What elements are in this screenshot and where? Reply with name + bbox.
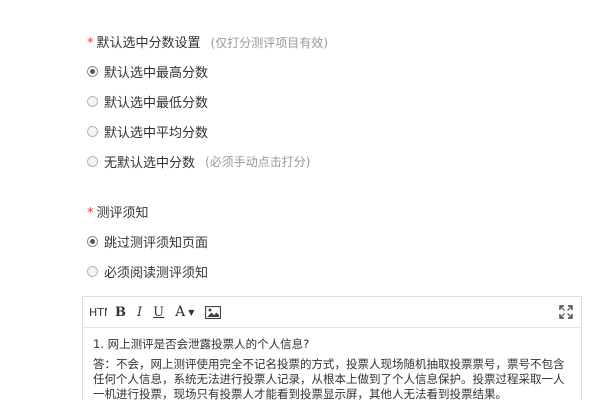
radio-option-hint: (必须手动点击打分) <box>205 155 311 169</box>
underline-button[interactable]: U <box>153 305 164 320</box>
image-icon <box>205 305 222 319</box>
radio-option-label: 无默认选中分数 <box>104 156 196 171</box>
font-color-button[interactable]: A ▼ <box>175 304 194 320</box>
radio-option-label: 默认选中最高分数 <box>104 66 209 81</box>
fullscreen-icon <box>559 305 573 319</box>
notice-setting-title: 测评须知 <box>96 206 149 221</box>
radio-option-average[interactable]: 默认选中平均分数 <box>87 122 208 141</box>
radio-button-checked[interactable] <box>87 66 98 77</box>
html-source-button[interactable]: HTML <box>89 306 107 319</box>
required-mark: * <box>87 206 94 221</box>
radio-button[interactable] <box>87 156 98 167</box>
radio-option-none[interactable]: 无默认选中分数 (必须手动点击打分) <box>87 152 310 171</box>
radio-option-highest[interactable]: 默认选中最高分数 <box>87 62 208 81</box>
bold-button[interactable]: B <box>115 305 126 320</box>
chevron-down-icon: ▼ <box>188 307 195 317</box>
fullscreen-button[interactable] <box>559 304 573 323</box>
editor-content[interactable]: 1. 网上测评是否会泄露投票人的个人信息? 答：不会，网上测评使用完全不记名投票… <box>83 328 581 400</box>
settings-page: * 默认选中分数设置 (仅打分测评项目有效) 默认选中最高分数 默认选中最低分数 默… <box>0 0 600 400</box>
radio-option-label: 默认选中最低分数 <box>104 96 209 111</box>
editor-toolbar: HTML B I U A ▼ <box>83 297 581 328</box>
italic-button[interactable]: I <box>137 305 142 320</box>
radio-option-label: 必须阅读测评须知 <box>104 266 209 281</box>
faq-question: 1. 网上测评是否会泄露投票人的个人信息? <box>93 337 310 351</box>
radio-option-label: 跳过测评须知页面 <box>104 236 209 251</box>
radio-button[interactable] <box>87 96 98 107</box>
radio-button[interactable] <box>87 126 98 137</box>
score-setting-title: 默认选中分数设置 <box>96 36 201 51</box>
radio-option-must-read[interactable]: 必须阅读测评须知 <box>87 262 208 281</box>
score-setting-hint: (仅打分测评项目有效) <box>210 36 328 50</box>
insert-image-button[interactable] <box>205 305 222 319</box>
radio-option-lowest[interactable]: 默认选中最低分数 <box>87 92 208 111</box>
rich-text-editor[interactable]: HTML B I U A ▼ 1. <box>82 296 582 400</box>
font-color-label: A <box>175 304 186 320</box>
required-mark: * <box>87 36 94 51</box>
radio-option-label: 默认选中平均分数 <box>104 126 209 141</box>
radio-option-skip-notice[interactable]: 跳过测评须知页面 <box>87 232 208 251</box>
score-setting-label: * 默认选中分数设置 (仅打分测评项目有效) <box>87 32 328 51</box>
radio-button[interactable] <box>87 266 98 277</box>
radio-button-checked[interactable] <box>87 236 98 247</box>
notice-setting-label: * 测评须知 <box>87 202 149 221</box>
faq-answer: 答：不会，网上测评使用完全不记名投票的方式，投票人现场随机抽取投票票号，票号不包… <box>93 357 565 400</box>
